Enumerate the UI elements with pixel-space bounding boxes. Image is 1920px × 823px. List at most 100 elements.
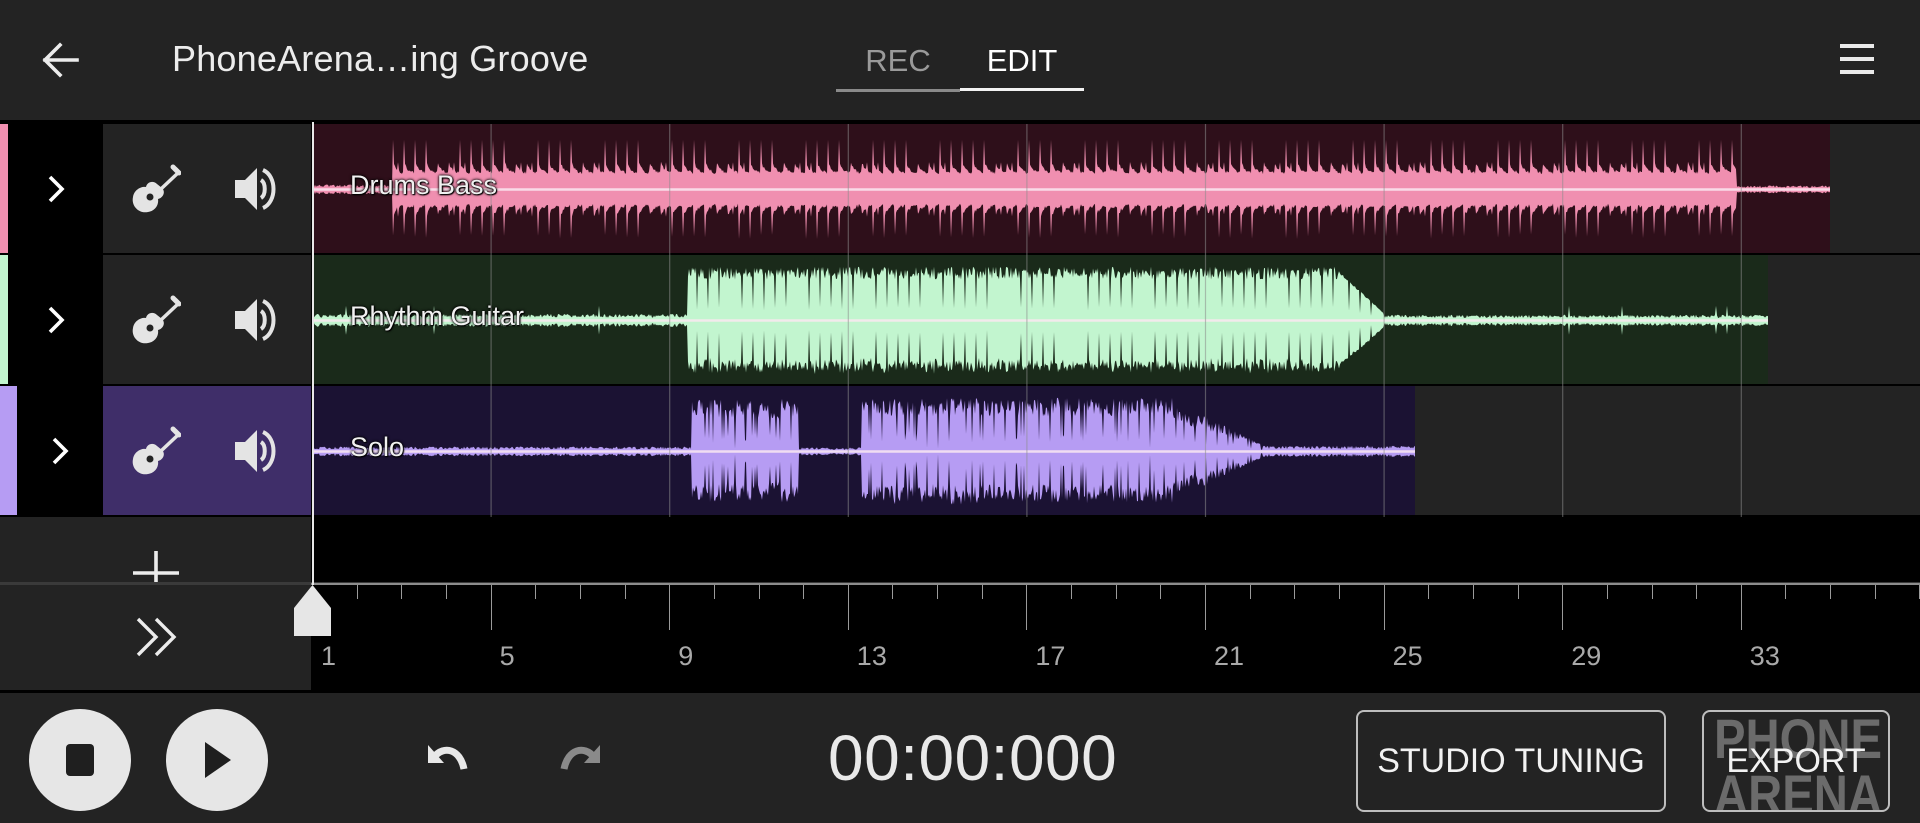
chevron-right-icon — [48, 175, 65, 202]
ruler-minor-tick — [624, 585, 626, 599]
studio-tuning-button[interactable]: STUDIO TUNING — [1356, 710, 1666, 812]
ruler-bar-label: 1 — [321, 641, 337, 671]
track-color-strip — [0, 124, 8, 253]
timeline-ruler[interactable]: 1 5 9 13 17 21 25 29 33 — [311, 583, 1920, 690]
ruler-minor-tick — [713, 585, 715, 599]
ruler-minor-tick — [579, 585, 581, 599]
ruler-minor-tick — [445, 585, 447, 599]
ruler-minor-tick — [401, 585, 403, 599]
transport-bar: 00:00:000 STUDIO TUNING PHONE ARENA EXPO… — [0, 693, 1920, 823]
stop-icon — [66, 744, 94, 776]
top-app-bar: PhoneArena…ing Groove REC EDIT — [0, 0, 1920, 120]
ruler-minor-tick — [758, 585, 760, 599]
volume-button[interactable] — [233, 426, 281, 476]
undo-icon — [428, 745, 468, 770]
ruler-minor-tick — [356, 585, 358, 599]
track-row: Solo — [0, 386, 1920, 515]
ruler-major-tick — [1205, 585, 1206, 630]
ruler-bar-label: 25 — [1392, 641, 1423, 671]
waveform — [312, 139, 1830, 240]
project-title: PhoneArena…ing Groove — [172, 38, 589, 79]
ruler-minor-tick — [1651, 585, 1653, 599]
track-lane[interactable]: Drums Bass — [312, 124, 1920, 253]
ruler-major-tick — [1026, 585, 1028, 630]
tab-edit[interactable]: EDIT — [960, 30, 1084, 92]
redo-button[interactable] — [556, 739, 604, 779]
ruler-bar-label: 9 — [678, 641, 694, 671]
ruler-minor-tick — [937, 585, 939, 599]
track-lane[interactable]: Rhythm Guitar — [312, 255, 1920, 384]
ruler-minor-tick — [1785, 585, 1787, 599]
ruler-major-tick — [1383, 585, 1385, 630]
hamburger-menu-icon — [1840, 44, 1874, 48]
ruler-minor-tick — [1428, 585, 1430, 599]
ruler-major-tick — [1562, 585, 1564, 630]
chevron-right-icon — [48, 306, 65, 333]
ruler-minor-tick — [892, 585, 894, 599]
ruler-minor-tick — [981, 585, 983, 599]
double-chevron-right-icon — [136, 617, 177, 657]
add-track-row — [0, 517, 311, 591]
hamburger-menu-icon-bar — [1840, 70, 1874, 74]
chevron-right-icon — [52, 437, 69, 464]
arrow-left-icon — [42, 42, 79, 78]
audio-clip[interactable]: Drums Bass — [312, 124, 1830, 253]
ruler-bar-label: 13 — [856, 641, 887, 671]
track-header[interactable] — [103, 124, 311, 253]
audio-clip[interactable]: Rhythm Guitar — [312, 255, 1768, 384]
ruler-minor-tick — [1874, 585, 1876, 599]
speaker-icon — [235, 168, 276, 210]
track-expand-button[interactable] — [8, 255, 103, 384]
export-button[interactable]: PHONE ARENA EXPORT — [1702, 710, 1890, 812]
undo-button[interactable] — [424, 739, 472, 779]
ruler-bar-label: 29 — [1571, 641, 1602, 671]
ruler-minor-tick — [1160, 585, 1162, 599]
waveform — [312, 266, 1768, 374]
acoustic-guitar-icon — [132, 426, 182, 475]
track-row: Drums Bass — [0, 124, 1920, 253]
back-button[interactable] — [36, 36, 84, 84]
ruler-minor-tick — [803, 585, 805, 599]
play-icon — [205, 742, 231, 778]
ruler-bar-label: 21 — [1214, 641, 1245, 671]
tab-rec[interactable]: REC — [836, 30, 960, 92]
volume-button[interactable] — [233, 164, 281, 214]
instrument-button[interactable] — [129, 426, 182, 478]
waveform — [312, 397, 1415, 505]
speaker-icon — [235, 299, 276, 341]
ruler-minor-tick — [535, 585, 537, 599]
play-button[interactable] — [166, 709, 268, 811]
ruler-minor-tick — [1115, 585, 1117, 599]
time-display: 00:00:000 — [828, 722, 1118, 794]
track-header[interactable] — [103, 386, 311, 515]
playhead-line — [312, 122, 314, 585]
instrument-button[interactable] — [129, 164, 182, 216]
acoustic-guitar-icon — [132, 295, 182, 344]
ruler-major-tick — [669, 585, 671, 630]
volume-button[interactable] — [233, 295, 281, 345]
track-color-strip — [0, 386, 17, 515]
ruler-minor-tick — [1249, 585, 1251, 599]
redo-icon — [560, 745, 600, 770]
ruler-minor-tick — [1472, 585, 1474, 599]
track-lane[interactable]: Solo — [312, 386, 1920, 515]
acoustic-guitar-icon — [132, 164, 182, 213]
track-row: Rhythm Guitar — [0, 255, 1920, 384]
menu-button[interactable] — [1838, 42, 1878, 78]
ruler-minor-tick — [1517, 585, 1519, 599]
mode-tabs: REC EDIT — [836, 30, 1084, 92]
studio-tuning-label: STUDIO TUNING — [1377, 741, 1645, 780]
playhead-handle[interactable] — [293, 584, 332, 636]
track-expand-button[interactable] — [8, 124, 103, 253]
ruler-major-tick — [490, 585, 492, 630]
track-expand-button[interactable] — [17, 386, 103, 515]
stop-button[interactable] — [29, 709, 131, 811]
ruler-bar-label: 5 — [499, 641, 515, 671]
track-header[interactable] — [103, 255, 311, 384]
ruler-minor-tick — [1338, 585, 1340, 599]
ruler-minor-tick — [1830, 585, 1832, 599]
audio-clip[interactable]: Solo — [312, 386, 1415, 515]
ruler-minor-tick — [1294, 585, 1296, 599]
instrument-button[interactable] — [129, 295, 182, 347]
expand-tracks-button[interactable] — [132, 615, 182, 659]
